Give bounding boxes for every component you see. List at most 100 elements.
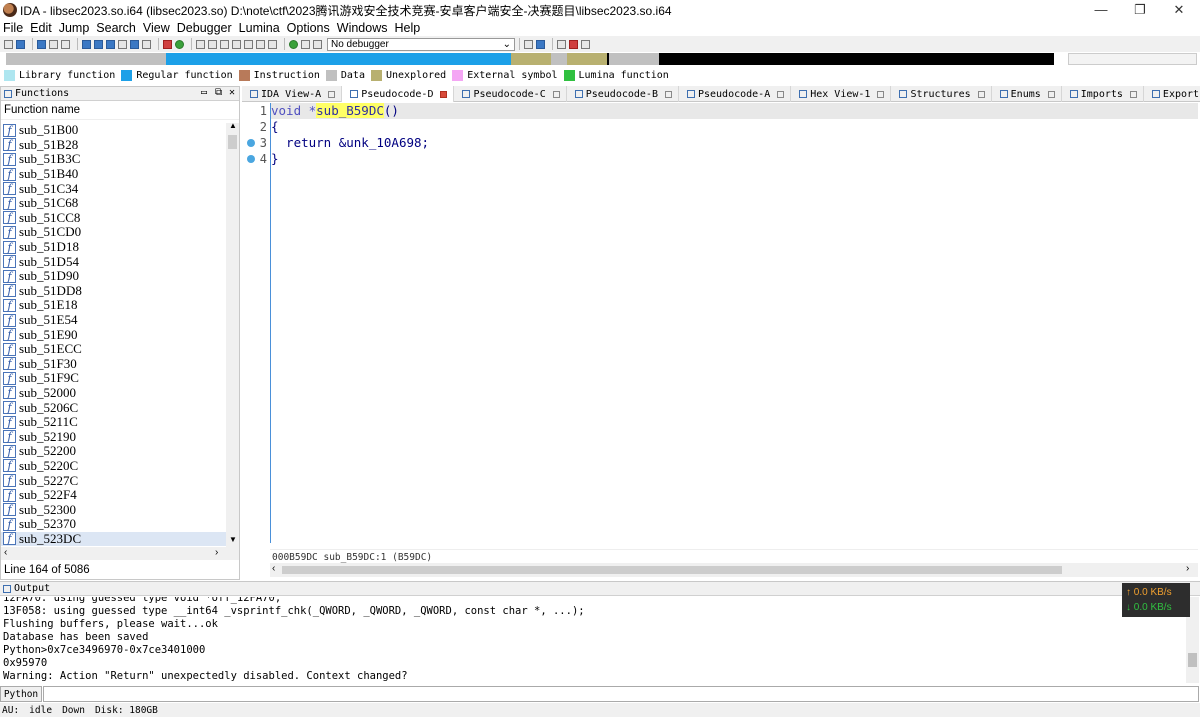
menu-windows[interactable]: Windows — [337, 21, 388, 35]
code-line[interactable]: return &unk_10A698; — [271, 135, 1198, 151]
scroll-thumb[interactable] — [282, 566, 1062, 574]
forward-icon[interactable] — [49, 39, 58, 49]
close-tab-icon[interactable] — [877, 90, 885, 98]
function-list-item[interactable]: f sub_52370 — [1, 516, 226, 532]
graph-icon[interactable] — [163, 39, 172, 49]
function-list-item[interactable]: f sub_5227C — [1, 473, 226, 488]
function-list-item[interactable]: f sub_51C68 — [1, 195, 226, 211]
close-tab-icon[interactable] — [328, 90, 336, 98]
close-tab-icon[interactable] — [440, 90, 448, 98]
attach-icon[interactable] — [524, 39, 533, 49]
search-binary-icon[interactable] — [82, 39, 91, 49]
code-area[interactable]: void *sub_B59DC() { return &unk_10A698; … — [270, 103, 1198, 543]
trace-icon[interactable] — [569, 39, 578, 49]
tab-hex-view-1[interactable]: Hex View-1 — [791, 86, 892, 102]
output-text[interactable]: 12FA70: using guessed type void *off_12F… — [3, 597, 1183, 683]
data-icon[interactable] — [208, 39, 217, 49]
function-list-item[interactable]: f sub_51D54 — [1, 254, 226, 269]
function-list-item[interactable]: f sub_51B40 — [1, 166, 226, 182]
start-debug-icon[interactable] — [289, 39, 298, 49]
lumina-icon[interactable] — [581, 39, 590, 49]
function-list-item[interactable]: f sub_51F30 — [1, 356, 226, 372]
maximize-panel-icon[interactable]: ▭ — [201, 87, 207, 98]
down-arrow-icon[interactable] — [130, 39, 139, 49]
float-panel-icon[interactable]: ⧉ — [215, 87, 222, 98]
tab-pseudocode-d[interactable]: Pseudocode-D — [342, 86, 455, 102]
function-list-item[interactable]: f sub_52200 — [1, 443, 226, 459]
scroll-thumb[interactable] — [1188, 653, 1197, 667]
tab-pseudocode-c[interactable]: Pseudocode-C — [454, 86, 567, 102]
stop-icon[interactable] — [313, 39, 322, 49]
close-tab-icon[interactable] — [1047, 90, 1055, 98]
name-icon[interactable] — [256, 39, 265, 49]
breakpoint-dot-icon[interactable] — [247, 155, 255, 163]
function-list-item[interactable]: f sub_523DC — [1, 531, 226, 547]
menu-options[interactable]: Options — [287, 21, 330, 35]
open-icon[interactable] — [4, 39, 13, 49]
menu-jump[interactable]: Jump — [59, 21, 90, 35]
function-list-item[interactable]: f sub_51B3C — [1, 151, 226, 167]
function-list-item[interactable]: f sub_52000 — [1, 385, 226, 401]
python-language-button[interactable]: Python — [0, 686, 42, 702]
return-value[interactable]: &unk_10A698 — [339, 135, 422, 150]
scroll-right-icon[interactable]: › — [215, 547, 218, 558]
function-list-item[interactable]: f sub_522F4 — [1, 487, 226, 503]
scroll-thumb[interactable] — [228, 135, 237, 149]
line-number[interactable]: 4 — [242, 151, 270, 167]
search-immediate-icon[interactable] — [106, 39, 115, 49]
search-next-icon[interactable] — [118, 39, 127, 49]
back-icon[interactable] — [37, 39, 46, 49]
function-list-item[interactable]: f sub_5220C — [1, 458, 226, 474]
breakpoint-dot-icon[interactable] — [247, 139, 255, 147]
scroll-up-icon[interactable]: ▲ — [229, 121, 237, 130]
menu-lumina[interactable]: Lumina — [239, 21, 280, 35]
tab-exports[interactable]: Exports — [1144, 86, 1200, 102]
code-icon[interactable] — [196, 39, 205, 49]
menu-search[interactable]: Search — [96, 21, 136, 35]
debugger-select[interactable]: No debugger ⌄ — [327, 37, 515, 51]
nav-dropdown-icon[interactable] — [61, 39, 70, 49]
function-list-item[interactable]: f sub_51DD8 — [1, 283, 226, 299]
code-line[interactable]: } — [271, 151, 1198, 167]
code-line[interactable]: void *sub_B59DC() — [271, 103, 1198, 119]
function-list-item[interactable]: f sub_5211C — [1, 414, 226, 430]
process-icon[interactable] — [536, 39, 545, 49]
editor-hscrollbar[interactable]: ‹ › — [270, 563, 1198, 577]
navigation-band[interactable] — [6, 53, 1054, 65]
scroll-down-icon[interactable]: ▼ — [229, 535, 237, 544]
run-icon[interactable] — [175, 39, 184, 49]
function-list-item[interactable]: f sub_51ECC — [1, 341, 226, 357]
function-list-item[interactable]: f sub_51E18 — [1, 297, 226, 313]
array-icon[interactable] — [232, 39, 241, 49]
line-number-gutter[interactable]: 1 2 3 4 — [242, 103, 270, 543]
line-number[interactable]: 2 — [242, 119, 270, 135]
save-icon[interactable] — [16, 39, 25, 49]
search-text-icon[interactable] — [94, 39, 103, 49]
tab-imports[interactable]: Imports — [1062, 86, 1144, 102]
text-mode-icon[interactable] — [142, 39, 151, 49]
function-list-item[interactable]: f sub_51D18 — [1, 239, 226, 255]
close-tab-icon[interactable] — [552, 90, 560, 98]
close-tab-icon[interactable] — [777, 90, 785, 98]
close-tab-icon[interactable] — [664, 90, 672, 98]
menu-view[interactable]: View — [143, 21, 170, 35]
function-list-item[interactable]: f sub_51CD0 — [1, 224, 226, 240]
python-command-input[interactable] — [43, 686, 1199, 702]
search-direction[interactable]: Down — [62, 705, 85, 716]
tab-ida-view-a[interactable]: IDA View-A — [242, 86, 343, 102]
breakpoint-icon[interactable] — [557, 39, 566, 49]
function-list[interactable]: f sub_51B00 f sub_51B28 f sub_51B3C f sub_51B40… — [1, 123, 226, 547]
tab-pseudocode-a[interactable]: Pseudocode-A — [679, 86, 792, 102]
function-list-item[interactable]: f sub_51D90 — [1, 268, 226, 284]
tab-pseudocode-b[interactable]: Pseudocode-B — [567, 86, 679, 102]
function-list-item[interactable]: f sub_51CC8 — [1, 210, 226, 226]
function-name-column-header[interactable]: Function name — [1, 101, 239, 120]
navigation-band-dropdown[interactable] — [1068, 53, 1197, 65]
function-list-item[interactable]: f sub_51E90 — [1, 327, 226, 342]
function-list-item[interactable]: f sub_51F9C — [1, 370, 226, 386]
function-list-item[interactable]: f sub_52190 — [1, 429, 226, 444]
function-list-item[interactable]: f sub_52300 — [1, 502, 226, 517]
tab-enums[interactable]: Enums — [992, 86, 1062, 102]
string-icon[interactable] — [220, 39, 229, 49]
menu-file[interactable]: File — [3, 21, 23, 35]
